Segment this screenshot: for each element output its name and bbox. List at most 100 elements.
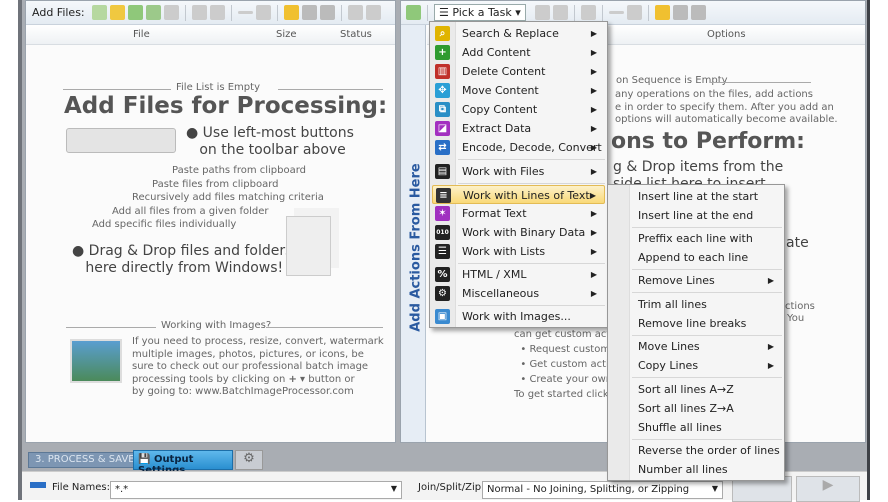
submenu-remove-lines[interactable]: Remove Lines ▶ — [610, 271, 782, 290]
submenu-reverse-order[interactable]: Reverse the order of lines — [610, 441, 782, 460]
menu-item-work-with-lists[interactable]: ☰ Work with Lists ▶ — [432, 242, 605, 261]
menu-item-work-with-lines[interactable]: ≡ Work with Lines of Text ▶ — [432, 185, 605, 204]
empty-caption: File List is Empty — [176, 82, 260, 93]
images-caption: Working with Images? — [161, 320, 272, 331]
images-icon: ▣ — [435, 309, 450, 324]
paste-files-icon[interactable] — [145, 5, 161, 20]
submenu-sort-az[interactable]: Sort all lines A→Z — [610, 380, 782, 399]
add-file-icon[interactable] — [91, 5, 107, 20]
menu-item-extract-data[interactable]: ◪ Extract Data ▶ — [432, 119, 605, 138]
play-icon: ▶ — [822, 477, 834, 493]
chevron-down-icon: ▼ — [711, 484, 718, 493]
remove-icon[interactable] — [608, 11, 624, 14]
lines-submenu: Insert line at the start Insert line at … — [607, 184, 785, 481]
submenu-append-each-line[interactable]: Append to each line — [610, 248, 782, 267]
images-text: If you need to process, resize, convert,… — [132, 336, 384, 399]
menu-item-add-content[interactable]: + Add Content ▶ — [432, 43, 605, 62]
add-folder-icon[interactable] — [109, 5, 125, 20]
submenu-copy-lines[interactable]: Copy Lines ▶ — [610, 356, 782, 375]
headline: ons to Perform: — [611, 129, 805, 154]
save-icon[interactable] — [319, 5, 335, 20]
file-list-panel: Add Files: File Size Status File List is… — [25, 0, 396, 443]
refresh-icon[interactable] — [672, 5, 688, 20]
submenu-prefix-each-line[interactable]: Preffix each line with — [610, 229, 782, 248]
menu-item-delete-content[interactable]: ▥ Delete Content ▶ — [432, 62, 605, 81]
settings-icon[interactable] — [580, 5, 596, 20]
chevron-down-icon: ▼ — [390, 484, 397, 493]
format-icon: ✶ — [435, 206, 450, 221]
partial-text: ate — [786, 235, 809, 251]
clear-icon[interactable] — [626, 5, 642, 20]
search-icon: ⌕ — [435, 26, 450, 41]
step-label: 3. PROCESS & SAVE — [28, 452, 142, 468]
annotation-paste-files: Paste files from clipboard — [152, 179, 279, 190]
binary-icon: 010 — [435, 225, 450, 240]
menu-item-copy-content[interactable]: ⧉ Copy Content ▶ — [432, 100, 605, 119]
custom-actions-text: can get custom actio • Request custom a … — [514, 329, 620, 400]
column-size[interactable]: Size — [276, 29, 297, 40]
extract-icon: ◪ — [435, 121, 450, 136]
pick-task-button[interactable]: ☰ Pick a Task ▾ — [434, 4, 526, 21]
move-icon[interactable] — [209, 5, 225, 20]
move-up-icon[interactable] — [534, 5, 550, 20]
pick-task-menu: ⌕ Search & Replace ▶ + Add Content ▶ ▥ Delete… — [429, 21, 608, 328]
move-icon: ✥ — [435, 83, 450, 98]
plus-icon: + — [435, 45, 450, 60]
menu-item-format-text[interactable]: ✶ Format Text ▶ — [432, 204, 605, 223]
submenu-number-lines[interactable]: Number all lines — [610, 460, 782, 479]
open-folder-icon[interactable] — [283, 5, 299, 20]
join-select[interactable]: Normal - No Joining, Splitting, or Zippi… — [482, 481, 723, 499]
partial-text: ctions — [785, 301, 815, 312]
open-folder-icon[interactable] — [654, 5, 670, 20]
website-link[interactable]: by going to: www.BatchImageProcessor.com — [132, 386, 384, 399]
annotation-recursive: Recursively add files matching criteria — [132, 192, 324, 203]
column-file[interactable]: File — [133, 29, 150, 40]
list-icon: ☰ — [435, 244, 450, 259]
tab-output-settings[interactable]: 💾 Output Settings — [133, 450, 233, 476]
paste-paths-icon[interactable] — [163, 5, 179, 20]
annotation-add-files: Add specific files individually — [92, 219, 237, 230]
submenu-insert-start[interactable]: Insert line at the start — [610, 187, 782, 206]
add-actions-label[interactable]: Add Actions From Here — [409, 163, 424, 333]
html-icon: % — [435, 267, 450, 282]
documents-illustration — [286, 216, 331, 276]
start-button[interactable]: ▶ — [796, 476, 860, 502]
menu-item-work-with-images[interactable]: ▣ Work with Images... — [432, 307, 605, 326]
add-actions-strip[interactable]: Add Actions From Here — [401, 25, 426, 442]
menu-item-work-with-files[interactable]: ▤ Work with Files ▶ — [432, 162, 605, 181]
hand-icon[interactable] — [365, 5, 381, 20]
menu-item-html-xml[interactable]: % HTML / XML ▶ — [432, 265, 605, 284]
file-list-header: File Size Status — [26, 25, 395, 45]
submenu-sort-za[interactable]: Sort all lines Z→A — [610, 399, 782, 418]
menu-item-miscellaneous[interactable]: ⚙ Miscellaneous ▶ — [432, 284, 605, 303]
info-text: any operations on the files, add actions… — [615, 89, 838, 125]
copy-icon[interactable] — [191, 5, 207, 20]
menu-item-binary-data[interactable]: 010 Work with Binary Data ▶ — [432, 223, 605, 242]
refresh-icon[interactable] — [301, 5, 317, 20]
bullet-1: ● Use left-most buttons on the toolbar a… — [186, 125, 354, 158]
remove-icon[interactable] — [237, 11, 253, 14]
trash-icon: ▥ — [435, 64, 450, 79]
files-icon: ▤ — [435, 164, 450, 179]
menu-item-encode-decode[interactable]: ⇄ Encode, Decode, Convert ▶ — [432, 138, 605, 157]
submenu-remove-line-breaks[interactable]: Remove line breaks — [610, 314, 782, 333]
recursive-add-icon[interactable] — [127, 5, 143, 20]
menu-item-search-replace[interactable]: ⌕ Search & Replace ▶ — [432, 24, 605, 43]
submenu-trim-lines[interactable]: Trim all lines — [610, 295, 782, 314]
move-down-icon[interactable] — [552, 5, 568, 20]
headline: Add Files for Processing: — [64, 93, 388, 119]
add-files-toolbar: Add Files: — [26, 1, 395, 25]
images-illustration — [70, 339, 122, 383]
menu-item-move-content[interactable]: ✥ Move Content ▶ — [432, 81, 605, 100]
clear-icon[interactable] — [255, 5, 271, 20]
save-icon[interactable] — [690, 5, 706, 20]
submenu-shuffle[interactable]: Shuffle all lines — [610, 418, 782, 437]
submenu-insert-end[interactable]: Insert line at the end — [610, 206, 782, 225]
column-status[interactable]: Status — [340, 29, 372, 40]
clipboard-icon[interactable] — [347, 5, 363, 20]
file-names-input[interactable]: *.* ▼ — [110, 481, 402, 499]
submenu-move-lines[interactable]: Move Lines ▶ — [610, 337, 782, 356]
tab-settings[interactable]: ⚙ — [235, 450, 263, 470]
add-action-icon[interactable] — [406, 5, 421, 20]
copy-icon: ⧉ — [435, 102, 450, 117]
